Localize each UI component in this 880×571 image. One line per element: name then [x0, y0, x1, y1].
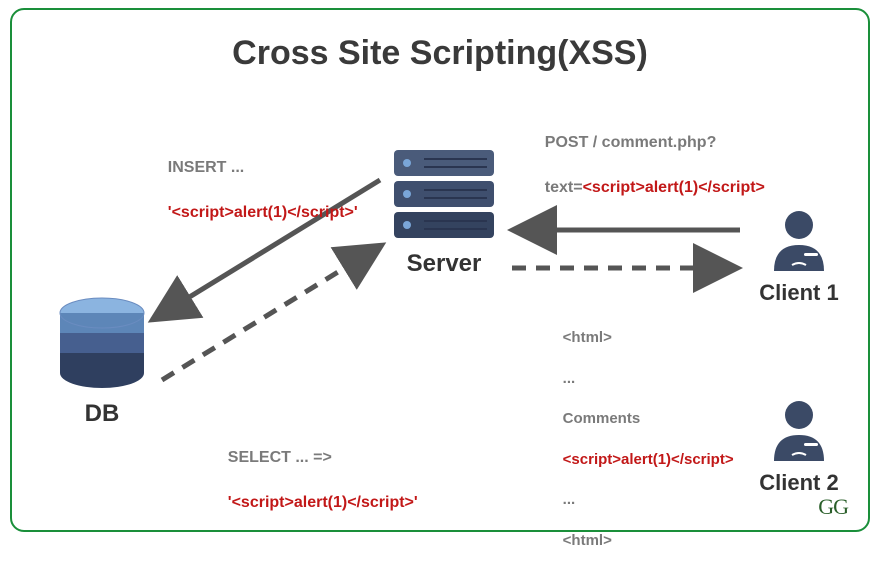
caption-html-response: <html> ... Comments <script>alert(1)</sc…	[546, 308, 734, 571]
html-close: <html>	[563, 532, 612, 549]
html-dots1: ...	[563, 370, 576, 387]
post-prefix: text=	[545, 179, 583, 196]
user-icon	[764, 205, 834, 275]
caption-insert: INSERT ... '<script>alert(1)</script>'	[150, 135, 358, 247]
server-label: Server	[384, 250, 504, 278]
watermark-logo: GG	[818, 494, 848, 520]
db-node: DB	[42, 295, 162, 428]
select-payload: '<script>alert(1)</script>'	[228, 494, 418, 511]
server-icon	[389, 145, 499, 245]
html-open: <html>	[563, 329, 612, 346]
client1-label: Client 1	[744, 280, 854, 306]
html-payload: <script>alert(1)</script>	[563, 451, 734, 468]
caption-post: POST / comment.php? text=<script>alert(1…	[527, 110, 765, 222]
arrow-db-server	[162, 245, 382, 380]
client2-node: Client 2	[744, 395, 854, 496]
database-icon	[52, 295, 152, 395]
user-icon	[764, 395, 834, 465]
client2-label: Client 2	[744, 470, 854, 496]
select-label: SELECT ... =>	[228, 449, 332, 466]
server-node: Server	[384, 145, 504, 278]
post-line1: POST / comment.php?	[545, 134, 717, 151]
diagram-title: Cross Site Scripting(XSS)	[12, 34, 868, 73]
post-payload: <script>alert(1)</script>	[583, 179, 765, 196]
html-comments: Comments	[563, 410, 641, 427]
insert-payload: '<script>alert(1)</script>'	[168, 204, 358, 221]
insert-label: INSERT ...	[168, 159, 244, 176]
diagram-frame: Cross Site Scripting(XSS) DB	[10, 8, 870, 532]
caption-select: SELECT ... => '<script>alert(1)</script>…	[210, 425, 418, 537]
db-label: DB	[42, 400, 162, 428]
html-dots2: ...	[563, 491, 576, 508]
